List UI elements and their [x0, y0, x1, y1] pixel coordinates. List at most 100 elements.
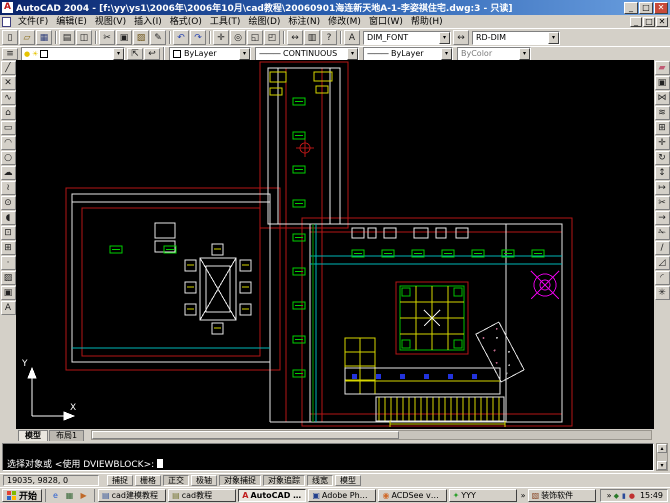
cut-icon[interactable]: ✂: [99, 30, 115, 45]
horizontal-scrollbar[interactable]: [91, 430, 652, 440]
paste-icon[interactable]: ▨: [133, 30, 149, 45]
combo-arrow-icon[interactable]: ▾: [113, 48, 124, 60]
mtext-icon[interactable]: A: [1, 301, 16, 315]
tray-chevron-icon[interactable]: »: [607, 491, 612, 500]
menu-modify[interactable]: 修改(M): [324, 16, 365, 28]
combo-arrow-icon[interactable]: ▾: [239, 48, 250, 60]
zoom-realtime-icon[interactable]: ◎: [230, 30, 246, 45]
status-toggle-snap[interactable]: 捕捉: [107, 475, 133, 486]
taskbar-item[interactable]: ✦YYY: [449, 489, 517, 502]
taskband-chevron-icon[interactable]: »: [521, 491, 526, 500]
text-style-combo[interactable]: DIM_FONT ▾: [363, 31, 451, 45]
menu-file[interactable]: 文件(F): [14, 16, 52, 28]
new-icon[interactable]: ▯: [2, 30, 18, 45]
menu-draw[interactable]: 绘图(D): [244, 16, 284, 28]
construction-line-icon[interactable]: ✕: [1, 76, 16, 90]
taskbar-item[interactable]: ▤cad教程: [168, 489, 236, 502]
stretch-icon[interactable]: ↦: [655, 181, 670, 195]
ellipse-arc-icon[interactable]: ◖: [1, 211, 16, 225]
status-toggle-osnap[interactable]: 对象捕捉: [219, 475, 261, 486]
redo-icon[interactable]: ↷: [190, 30, 206, 45]
coordinate-display[interactable]: 19035, 9828, 0: [3, 475, 99, 486]
layer-combo[interactable]: ● ☀ ▾: [21, 47, 125, 61]
erase-icon[interactable]: ▰: [655, 61, 670, 75]
make-object-layer-current-icon[interactable]: ⇱: [127, 48, 143, 60]
status-toggle-ortho[interactable]: 正交: [163, 475, 189, 486]
menu-insert[interactable]: 插入(I): [130, 16, 166, 28]
rectangle-icon[interactable]: ▭: [1, 121, 16, 135]
minimize-button[interactable]: _: [624, 2, 638, 14]
fillet-icon[interactable]: ◜: [655, 271, 670, 285]
match-properties-icon[interactable]: ✎: [150, 30, 166, 45]
scroll-down-icon[interactable]: ▾: [657, 461, 667, 470]
taskbar-item[interactable]: ◉ACDSee v3.1...: [378, 489, 446, 502]
status-toggle-model-space[interactable]: 模型: [335, 475, 361, 486]
text-style-icon[interactable]: A: [344, 30, 360, 45]
zoom-previous-icon[interactable]: ◰: [264, 30, 280, 45]
copy-clip-icon[interactable]: ▣: [116, 30, 132, 45]
distance-icon[interactable]: ↔: [287, 30, 303, 45]
status-toggle-lineweight[interactable]: 线宽: [307, 475, 333, 486]
volume-icon[interactable]: ◆: [614, 492, 619, 500]
trim-icon[interactable]: ✂: [655, 196, 670, 210]
point-icon[interactable]: ·: [1, 256, 16, 270]
polygon-icon[interactable]: ⌂: [1, 106, 16, 120]
properties-icon[interactable]: ▥: [304, 30, 320, 45]
doc-restore-button[interactable]: □: [643, 17, 655, 27]
open-icon[interactable]: ▱: [19, 30, 35, 45]
show-desktop-icon[interactable]: ▦: [63, 490, 76, 502]
network-icon[interactable]: ▮: [622, 492, 626, 500]
break-icon[interactable]: /: [655, 241, 670, 255]
layers-icon[interactable]: ≡: [2, 48, 18, 60]
close-button[interactable]: ✕: [654, 2, 668, 14]
make-block-icon[interactable]: ⊞: [1, 241, 16, 255]
tab-model[interactable]: 模型: [18, 430, 48, 441]
autocad-app-icon[interactable]: A: [2, 2, 13, 13]
undo-icon[interactable]: ↶: [173, 30, 189, 45]
scrollbar-thumb[interactable]: [92, 431, 399, 439]
status-toggle-otrack[interactable]: 对象追踪: [263, 475, 305, 486]
line-icon[interactable]: ╱: [1, 61, 16, 75]
antivirus-icon[interactable]: ●: [629, 492, 635, 500]
array-icon[interactable]: ⊞: [655, 121, 670, 135]
taskbar-item[interactable]: AAutoCAD 200...: [238, 489, 306, 502]
menu-help[interactable]: 帮助(H): [407, 16, 447, 28]
dim-style-combo[interactable]: RD-DIM ▾: [472, 31, 560, 45]
chamfer-icon[interactable]: ◿: [655, 256, 670, 270]
menu-tools[interactable]: 工具(T): [206, 16, 245, 28]
menu-edit[interactable]: 编辑(E): [52, 16, 91, 28]
taskbar-item[interactable]: ▣Adobe Photo...: [308, 489, 376, 502]
extend-icon[interactable]: →: [655, 211, 670, 225]
taskbar-item[interactable]: ▧装饰软件: [528, 489, 596, 502]
doc-minimize-button[interactable]: _: [630, 17, 642, 27]
revision-cloud-icon[interactable]: ☁: [1, 166, 16, 180]
start-button[interactable]: 开始: [2, 489, 42, 502]
print-icon[interactable]: ▤: [59, 30, 75, 45]
internet-explorer-icon[interactable]: e: [49, 490, 62, 502]
taskbar-item[interactable]: ▤cad建模教程: [98, 489, 166, 502]
menu-view[interactable]: 视图(V): [91, 16, 130, 28]
hatch-icon[interactable]: ▨: [1, 271, 16, 285]
print-preview-icon[interactable]: ◫: [76, 30, 92, 45]
circle-icon[interactable]: ○: [1, 151, 16, 165]
move-icon[interactable]: ✛: [655, 136, 670, 150]
copy-icon[interactable]: ▣: [655, 76, 670, 90]
linetype-combo[interactable]: ——— CONTINUOUS ▾: [255, 47, 359, 61]
combo-arrow-icon[interactable]: ▾: [439, 32, 450, 44]
menu-window[interactable]: 窗口(W): [365, 16, 407, 28]
maximize-button[interactable]: □: [639, 2, 653, 14]
document-icon[interactable]: [2, 17, 11, 27]
polyline-icon[interactable]: ∿: [1, 91, 16, 105]
save-icon[interactable]: ▦: [36, 30, 52, 45]
rotate-icon[interactable]: ↻: [655, 151, 670, 165]
status-toggle-grid[interactable]: 栅格: [135, 475, 161, 486]
status-toggle-polar[interactable]: 极轴: [191, 475, 217, 486]
zoom-window-icon[interactable]: ◱: [247, 30, 263, 45]
help-icon[interactable]: ?: [321, 30, 337, 45]
command-scrollbar[interactable]: ▴ ▾: [656, 443, 668, 471]
layer-previous-icon[interactable]: ↩: [144, 48, 160, 60]
arc-icon[interactable]: ◠: [1, 136, 16, 150]
region-icon[interactable]: ▣: [1, 286, 16, 300]
menu-dimension[interactable]: 标注(N): [284, 16, 324, 28]
scroll-up-icon[interactable]: ▴: [657, 444, 667, 453]
